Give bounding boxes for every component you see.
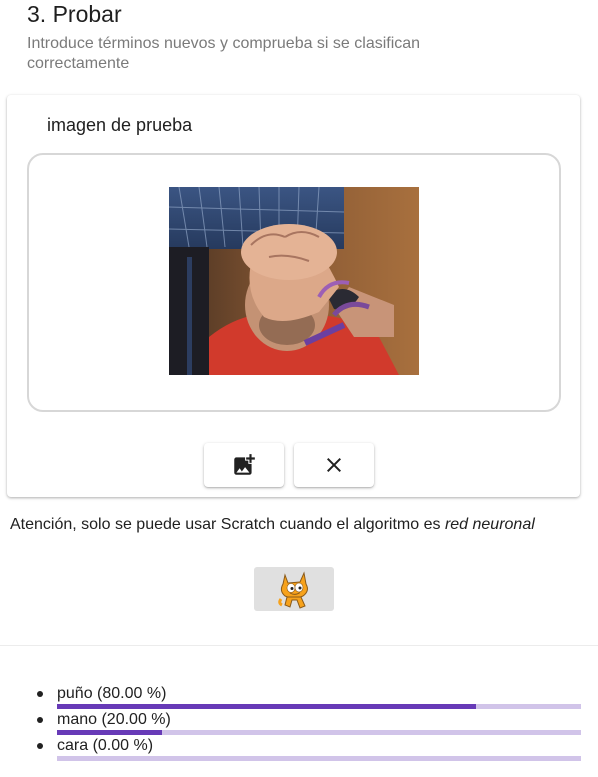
- scratch-button[interactable]: [254, 567, 334, 611]
- scratch-notice: Atención, solo se puede usar Scratch cua…: [10, 516, 595, 534]
- confidence-bar: [57, 756, 581, 761]
- page: 3. Probar Introduce términos nuevos y co…: [0, 0, 598, 777]
- section-title: 3. Probar: [27, 1, 122, 27]
- test-image: [169, 187, 419, 375]
- results-list: puño (80.00 %) mano (20.00 %) cara (0.00 %…: [35, 684, 581, 762]
- confidence-bar-fill: [57, 704, 477, 709]
- scratch-cat-icon: [278, 571, 308, 609]
- notice-text: Atención, solo se puede usar Scratch cua…: [10, 516, 441, 533]
- bullet-icon: [37, 743, 43, 749]
- result-label: cara (0.00 %): [57, 737, 154, 754]
- result-item: puño (80.00 %): [35, 684, 581, 710]
- image-drop-area[interactable]: [27, 153, 561, 412]
- add-image-button[interactable]: [204, 443, 284, 487]
- card-title: imagen de prueba: [47, 115, 193, 135]
- result-item: mano (20.00 %): [35, 710, 581, 736]
- confidence-bar: [57, 704, 581, 709]
- add-photo-icon: [234, 454, 255, 475]
- divider: [0, 645, 598, 646]
- notice-emphasis: red neuronal: [444, 516, 535, 533]
- result-label: mano (20.00 %): [57, 711, 171, 728]
- bullet-icon: [37, 691, 43, 697]
- close-icon: [327, 458, 341, 472]
- confidence-bar: [57, 730, 581, 735]
- clear-image-button[interactable]: [294, 443, 374, 487]
- result-label: puño (80.00 %): [57, 685, 167, 702]
- bullet-icon: [37, 717, 43, 723]
- result-item: cara (0.00 %): [35, 736, 581, 762]
- confidence-bar-fill: [57, 730, 162, 735]
- section-subtitle: Introduce términos nuevos y comprueba si…: [27, 35, 421, 72]
- test-image-card: imagen de prueba: [7, 95, 580, 497]
